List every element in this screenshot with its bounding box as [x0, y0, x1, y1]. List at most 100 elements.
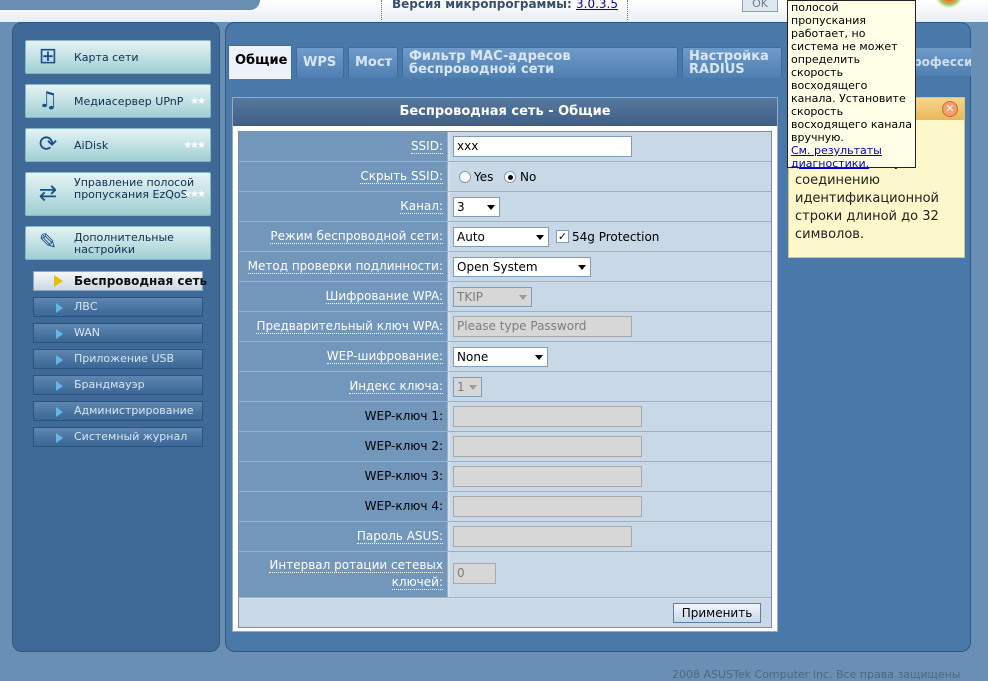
hide-ssid-label: Скрыть SSID: — [239, 162, 448, 191]
form-row-key-index: Индекс ключа: 1 — [239, 372, 771, 402]
form-value — [450, 402, 771, 431]
sidebar-sub-label: WAN — [74, 326, 101, 339]
arrow-right-icon — [56, 355, 63, 365]
form-row-wep-enc: WEP-шифрование: None — [239, 342, 771, 372]
sidebar-item-advanced[interactable]: ✎ Дополнительные настройки — [25, 226, 211, 260]
arrow-right-icon — [54, 275, 63, 287]
tab-bridge[interactable]: Мост — [348, 47, 398, 78]
wep-key2-input[interactable] — [453, 436, 642, 457]
form-row-wep-key3: WEP-ключ 3: — [239, 462, 771, 492]
mode-select[interactable]: Auto — [453, 227, 549, 247]
logo-globe-icon — [934, 0, 964, 8]
form-value: Yes No — [450, 162, 771, 191]
form-row-wpa-enc: Шифрование WPA: TKIP — [239, 282, 771, 312]
asus-password-input[interactable] — [453, 526, 632, 547]
form-row-mode: Режим беспроводной сети: Auto ✓ 54g Prot… — [239, 222, 771, 252]
rotation-label: Интервал ротации сетевых ключей: — [239, 552, 448, 597]
form-row-wep-key1: WEP-ключ 1: — [239, 402, 771, 432]
form-value: Auto ✓ 54g Protection — [450, 222, 771, 251]
close-icon[interactable]: ✕ — [942, 101, 958, 117]
mode-label: Режим беспроводной сети: — [239, 222, 448, 251]
firmware-version-link[interactable]: 3.0.3.5 — [576, 0, 618, 11]
wrench-icon: ✎ — [38, 230, 58, 255]
hide-ssid-no-radio[interactable] — [504, 171, 516, 183]
form-row-wep-key4: WEP-ключ 4: — [239, 492, 771, 522]
sidebar-sub-lan[interactable]: ЛВС — [33, 297, 203, 317]
wep-key2-label: WEP-ключ 2: — [239, 432, 448, 461]
tooltip-text: полосой пропускания работает, но система… — [791, 1, 912, 144]
firmware-label: Версия микропрограммы: — [392, 0, 572, 11]
sidebar-sub-wan[interactable]: WAN — [33, 323, 203, 343]
sidebar-sub-syslog[interactable]: Системный журнал — [33, 427, 203, 447]
channel-label: Канал: — [239, 192, 448, 221]
arrow-right-icon — [56, 303, 63, 313]
form-row-wep-key2: WEP-ключ 2: — [239, 432, 771, 462]
ok-button[interactable]: OK — [742, 0, 778, 12]
sidebar-item-media-server[interactable]: ♫ Медиасервер UPnP ★★ — [25, 84, 211, 118]
form-row-auth: Метод проверки подлинности: Open System — [239, 252, 771, 282]
tab-mac-filter[interactable]: Фильтр MAC-адресов беспроводной сети — [402, 47, 678, 78]
key-index-select[interactable]: 1 — [453, 377, 482, 397]
sidebar-item-network-map[interactable]: ⊞ Карта сети — [25, 40, 211, 74]
wep-key3-input[interactable] — [453, 466, 642, 487]
hide-ssid-no-label: No — [520, 170, 537, 184]
wpa-key-input[interactable]: Please type Password — [453, 316, 632, 337]
hide-ssid-yes-label: Yes — [474, 170, 494, 184]
decorative-stars-icon: ★★★ — [183, 140, 206, 151]
auth-label: Метод проверки подлинности: — [239, 252, 448, 281]
rotation-input[interactable]: 0 — [453, 563, 496, 584]
wep-key1-label: WEP-ключ 1: — [239, 402, 448, 431]
divider — [381, 0, 382, 20]
bandwidth-icon: ⇄ — [38, 181, 58, 206]
form-value — [450, 522, 771, 551]
footer-copyright: 2008 ASUSTek Computer Inc. Все права защ… — [672, 668, 961, 681]
form-value: xxx — [450, 132, 771, 161]
warning-tooltip: полосой пропускания работает, но система… — [787, 0, 916, 170]
sidebar-sub-label: Брандмауэр — [74, 378, 145, 391]
sidebar-item-label: Медиасервер UPnP — [74, 95, 184, 108]
sidebar-item-label: Карта сети — [74, 51, 139, 64]
wep-key1-input[interactable] — [453, 406, 642, 427]
apply-row: Применить — [239, 599, 771, 627]
media-server-icon: ♫ — [38, 88, 58, 113]
arrow-right-icon — [56, 433, 63, 443]
wep-enc-select[interactable]: None — [453, 347, 548, 367]
asus-password-label: Пароль ASUS: — [239, 522, 448, 551]
divider — [627, 0, 628, 20]
ssid-input[interactable]: xxx — [453, 136, 632, 157]
protection-checkbox[interactable]: ✓ — [556, 230, 569, 243]
sidebar-sub-label: ЛВС — [74, 300, 98, 313]
sidebar-item-ezqos[interactable]: ⇄ Управление полосой пропускания EzQoS ★… — [25, 172, 211, 216]
panel-title: Беспроводная сеть - Общие — [233, 98, 777, 126]
hide-ssid-yes-radio[interactable] — [459, 171, 471, 183]
sidebar-sub-label: Системный журнал — [74, 430, 188, 443]
sidebar-sub-admin[interactable]: Администрирование — [33, 401, 203, 421]
wpa-enc-select[interactable]: TKIP — [453, 287, 532, 307]
content-panel: Беспроводная сеть - Общие SSID: xxx Скры… — [232, 97, 778, 632]
wpa-key-label: Предварительный ключ WPA: — [239, 312, 448, 341]
diagnostics-link[interactable]: См. результаты диагностики. — [791, 144, 882, 170]
network-map-icon: ⊞ — [38, 44, 58, 69]
key-index-label: Индекс ключа: — [239, 372, 448, 401]
decorative-stars-icon: ★★ — [190, 96, 206, 107]
auth-select[interactable]: Open System — [453, 257, 591, 277]
wep-key4-input[interactable] — [453, 496, 642, 517]
tab-general[interactable]: Общие — [228, 45, 292, 79]
form-value — [450, 462, 771, 491]
form-value — [450, 432, 771, 461]
wpa-enc-label: Шифрование WPA: — [239, 282, 448, 311]
apply-button[interactable]: Применить — [673, 603, 761, 623]
wep-enc-label: WEP-шифрование: — [239, 342, 448, 371]
form-row-asus-password: Пароль ASUS: — [239, 522, 771, 552]
sidebar-sub-wireless[interactable]: Беспроводная сеть — [33, 271, 207, 291]
sidebar-sub-firewall[interactable]: Брандмауэр — [33, 375, 203, 395]
channel-select[interactable]: 3 — [453, 197, 500, 217]
form-row-hide-ssid: Скрыть SSID: Yes No — [239, 162, 771, 192]
ssid-label: SSID: — [239, 132, 448, 161]
sidebar-sub-label: Администрирование — [74, 404, 194, 417]
sidebar-item-aidisk[interactable]: ⟳ AiDisk ★★★ — [25, 128, 211, 162]
sidebar-sub-usb[interactable]: Приложение USB — [33, 349, 203, 369]
tab-wps[interactable]: WPS — [296, 47, 344, 78]
arrow-right-icon — [56, 407, 63, 417]
tab-radius[interactable]: Настройка RADIUS — [682, 47, 782, 78]
